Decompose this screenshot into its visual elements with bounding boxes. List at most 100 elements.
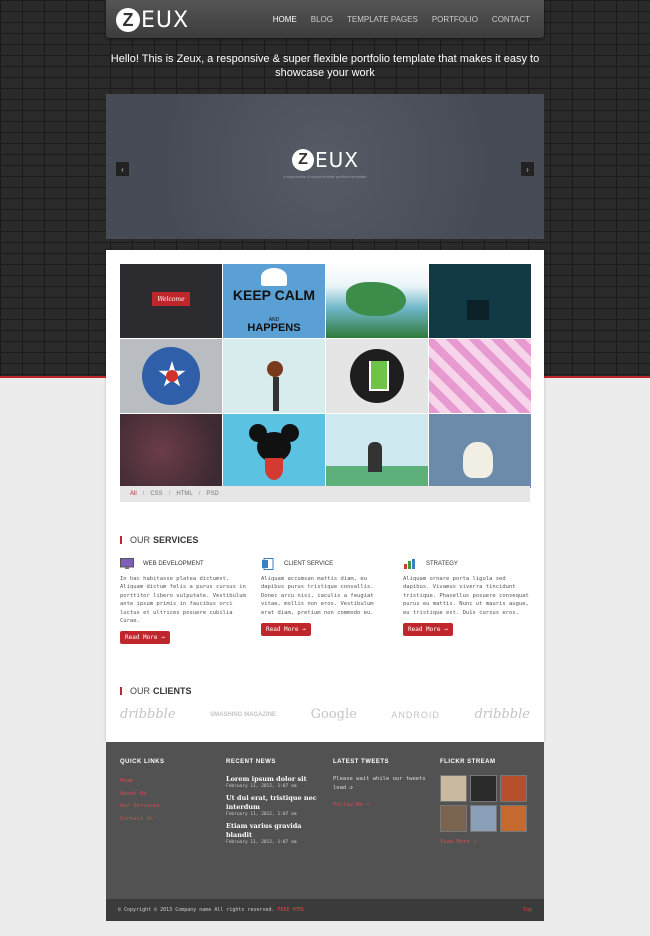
star-dot: [166, 370, 178, 382]
portfolio-item-star-badge[interactable]: [120, 339, 222, 413]
service-title: WEB DEVELOPMENT: [143, 561, 204, 567]
nav-template-pages[interactable]: TEMPLATE PAGES: [347, 15, 418, 24]
service-web-development: WEB DEVELOPMENT In hac habitasse platea …: [120, 558, 248, 645]
flickr-grid: [440, 775, 532, 832]
news-title[interactable]: Lorem ipsum dolor sit: [226, 775, 322, 784]
nav-contact[interactable]: CONTACT: [492, 15, 530, 24]
read-more-button[interactable]: Read More →: [120, 631, 170, 645]
portfolio-item-man-balloon[interactable]: [326, 414, 428, 488]
footer-heading: RECENT NEWS: [226, 759, 276, 765]
filter-html[interactable]: HTML: [176, 491, 192, 497]
client-logo-dribbble[interactable]: dribbble: [474, 707, 530, 722]
follow-me-link[interactable]: Follow Me →: [333, 799, 429, 812]
service-strategy: STRATEGY Aliquam ornare porta ligula sed…: [403, 558, 531, 637]
service-header: CLIENT SERVICE: [261, 558, 389, 570]
footer-link-services[interactable]: Our Services: [120, 800, 210, 813]
heading-accent: [120, 536, 122, 544]
slider-next-arrow-icon[interactable]: ›: [521, 162, 534, 176]
portfolio-item-keep-calm[interactable]: KEEP CALM AND HAPPENS: [223, 264, 325, 338]
news-date: February 11, 2012, 1:07 am: [226, 784, 297, 789]
filter-psd[interactable]: PSD: [206, 491, 218, 497]
flickr-thumb[interactable]: [440, 805, 467, 832]
copyright-text: © Copyright © 2013 Company name All righ…: [118, 907, 275, 913]
footer-link-home[interactable]: Home: [120, 775, 210, 788]
island-shape: [346, 282, 406, 316]
client-logo-android[interactable]: ANDROID: [391, 710, 440, 720]
slide-logo: Z EUX: [292, 148, 359, 172]
main-nav: HOME BLOG TEMPLATE PAGES PORTFOLIO CONTA…: [273, 15, 530, 24]
news-title[interactable]: Ut dui erat, tristique nec interdum: [226, 794, 322, 812]
bottom-bar: © Copyright © 2013 Company name All righ…: [106, 899, 544, 921]
back-to-top-link[interactable]: Top: [523, 907, 532, 913]
header-navbar: Z EUX HOME BLOG TEMPLATE PAGES PORTFOLIO…: [106, 0, 544, 38]
nav-home[interactable]: HOME: [273, 15, 297, 24]
footer-latest-tweets: LATEST TWEETS Please wait while our twee…: [333, 759, 429, 812]
slide-logo-text: EUX: [315, 148, 359, 172]
house-shape: [467, 300, 489, 320]
heading-bold: SERVICES: [153, 535, 199, 545]
service-text: Aliquam ornare porta ligula sed dapibus.…: [403, 576, 529, 616]
portfolio-item-island[interactable]: [326, 264, 428, 338]
main-content: Welcome KEEP CALM AND HAPPENS All / CSS …: [106, 250, 544, 742]
news-title[interactable]: Etiam varius gravida blandit: [226, 822, 322, 840]
nav-portfolio[interactable]: PORTFOLIO: [432, 15, 478, 24]
copyright-link[interactable]: FREE HTML: [278, 907, 305, 913]
service-header: STRATEGY: [403, 558, 531, 570]
read-more-button[interactable]: Read More →: [403, 623, 453, 637]
slider-prev-arrow-icon[interactable]: ‹: [116, 162, 129, 176]
read-more-button[interactable]: Read More →: [261, 623, 311, 637]
filter-css[interactable]: CSS: [150, 491, 162, 497]
hero-slider: Z EUX a responsive & super flexible port…: [106, 94, 544, 239]
portfolio-item-night-house[interactable]: [429, 264, 531, 338]
flickr-thumb[interactable]: [470, 775, 497, 802]
footer-link-about[interactable]: About Us: [120, 788, 210, 801]
news-date: February 11, 2012, 1:07 am: [226, 840, 297, 845]
slide-logo-badge: Z: [292, 149, 314, 171]
clients-logos: dribbble SMASHING MAGAZINE Google ANDROI…: [120, 707, 530, 722]
portfolio-item-texture[interactable]: [120, 414, 222, 488]
portfolio-item-mouse-ears[interactable]: [223, 414, 325, 488]
client-logo-dribbble[interactable]: dribbble: [120, 707, 176, 722]
portfolio-item-glass[interactable]: [326, 339, 428, 413]
nav-blog[interactable]: BLOG: [311, 15, 333, 24]
client-logo-google[interactable]: Google: [311, 707, 357, 722]
flickr-thumb[interactable]: [440, 775, 467, 802]
portfolio-item-welcome[interactable]: Welcome: [120, 264, 222, 338]
filter-all[interactable]: All: [130, 491, 137, 497]
portfolio-item-girl[interactable]: [223, 339, 325, 413]
robot-head-icon: [261, 268, 287, 286]
service-client-service: CLIENT SERVICE Aliquam accumsan mattis d…: [261, 558, 389, 637]
footer-quick-links: QUICK LINKS Home About Us Our Services C…: [120, 759, 210, 825]
logo-text: EUX: [141, 7, 190, 33]
portfolio-filter-bar: All / CSS / HTML / PSD: [120, 486, 530, 502]
service-text: In hac habitasse platea dictumst. Aliqua…: [120, 576, 246, 625]
footer-heading: FLICKR STREAM: [440, 759, 496, 765]
copyright: © Copyright © 2013 Company name All righ…: [118, 907, 305, 913]
flickr-thumb[interactable]: [470, 805, 497, 832]
portfolio-grid: Welcome KEEP CALM AND HAPPENS: [120, 264, 531, 488]
news-date: February 11, 2012, 1:07 am: [226, 812, 297, 817]
filter-separator: /: [142, 491, 145, 497]
footer-heading: QUICK LINKS: [120, 759, 165, 765]
heading-bold: CLIENTS: [153, 686, 192, 696]
flickr-view-more-link[interactable]: View More →: [440, 836, 532, 849]
document-icon: [262, 558, 274, 570]
logo-badge: Z: [116, 8, 140, 32]
service-header: WEB DEVELOPMENT: [120, 558, 248, 570]
services-heading: OUR SERVICES: [120, 535, 198, 545]
filter-separator: /: [198, 491, 201, 497]
heading-prefix: OUR: [130, 686, 150, 696]
flickr-thumb[interactable]: [500, 805, 527, 832]
client-logo-smashing[interactable]: SMASHING MAGAZINE: [210, 712, 276, 718]
clients-heading: OUR CLIENTS: [120, 686, 192, 696]
keep-calm-happens: HAPPENS: [247, 322, 301, 334]
chart-icon: [404, 559, 415, 569]
portfolio-item-pink-pattern[interactable]: [429, 339, 531, 413]
monitor-icon: [120, 558, 134, 569]
flickr-thumb[interactable]: [500, 775, 527, 802]
footer-link-contact[interactable]: Contact Us: [120, 813, 210, 826]
man-figure: [368, 442, 382, 472]
site-logo[interactable]: Z EUX: [116, 7, 189, 33]
portfolio-item-yeti[interactable]: [429, 414, 531, 488]
heading-accent: [120, 687, 122, 695]
